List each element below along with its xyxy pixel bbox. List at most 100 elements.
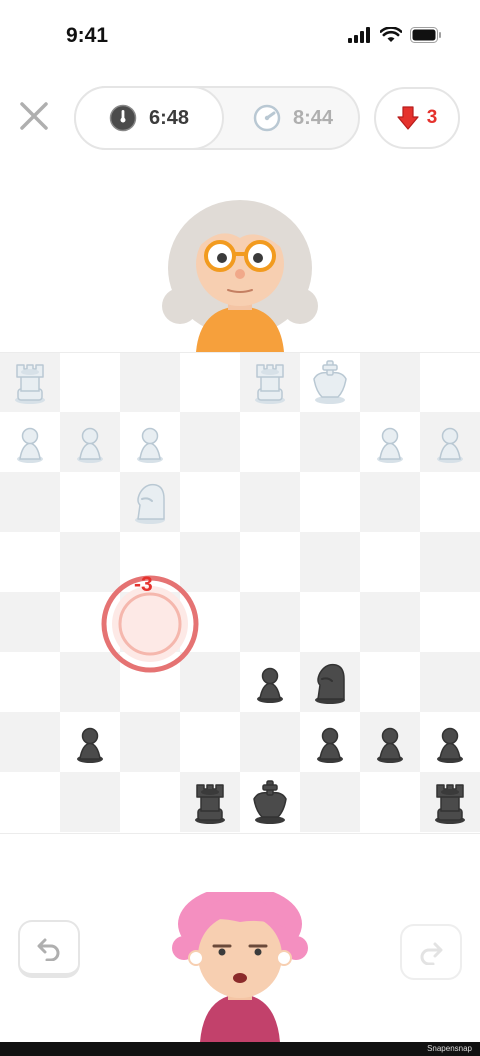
board-square[interactable] xyxy=(420,412,480,472)
board-square[interactable] xyxy=(420,592,480,652)
white-pawn-icon xyxy=(17,427,43,463)
close-button[interactable] xyxy=(14,96,54,136)
black-pawn-icon xyxy=(257,667,283,703)
white-knight-icon xyxy=(135,483,165,524)
footer-bar xyxy=(0,1042,480,1056)
board-square[interactable] xyxy=(300,412,360,472)
board-square[interactable] xyxy=(360,712,420,772)
board-square[interactable] xyxy=(180,532,240,592)
board-square[interactable] xyxy=(0,652,60,712)
board-square[interactable] xyxy=(420,652,480,712)
board-square[interactable] xyxy=(300,592,360,652)
board-square[interactable] xyxy=(0,532,60,592)
white-pawn-icon xyxy=(77,427,103,463)
wifi-icon xyxy=(380,27,402,42)
timer-group: 6:48 8:44 xyxy=(74,86,360,150)
board-square[interactable] xyxy=(180,352,240,412)
black-knight-icon xyxy=(315,663,345,704)
board-square[interactable] xyxy=(420,352,480,412)
board-square[interactable] xyxy=(60,412,120,472)
battery-icon xyxy=(410,27,441,43)
board-square[interactable] xyxy=(180,592,240,652)
board-square[interactable] xyxy=(120,592,180,652)
board-square[interactable] xyxy=(120,412,180,472)
board-square[interactable] xyxy=(240,532,300,592)
board-square[interactable] xyxy=(120,652,180,712)
board-square[interactable] xyxy=(180,652,240,712)
status-bar: 9:41 xyxy=(0,0,480,70)
white-rook-icon xyxy=(255,364,285,404)
board-square[interactable] xyxy=(240,712,300,772)
board-square[interactable] xyxy=(240,472,300,532)
undo-icon xyxy=(37,938,60,961)
board-square[interactable] xyxy=(60,532,120,592)
black-pawn-icon xyxy=(437,727,463,763)
board-square[interactable] xyxy=(0,352,60,412)
white-pawn-icon xyxy=(137,427,163,463)
player-timer-value: 6:48 xyxy=(148,106,190,129)
board-square[interactable] xyxy=(60,352,120,412)
board-square[interactable] xyxy=(240,352,300,412)
board-square[interactable] xyxy=(180,712,240,772)
board-square[interactable] xyxy=(120,472,180,532)
board-square[interactable] xyxy=(60,712,120,772)
board-square[interactable] xyxy=(420,472,480,532)
board-square[interactable] xyxy=(60,472,120,532)
board-square[interactable] xyxy=(180,772,240,832)
points-badge: 3 xyxy=(374,87,460,149)
watermark: Snapensnap xyxy=(427,1044,472,1053)
board-square[interactable] xyxy=(0,712,60,772)
black-rook-icon xyxy=(435,784,465,824)
stopwatch-icon xyxy=(253,104,281,132)
board-square[interactable] xyxy=(300,772,360,832)
opponent-timer-value: 8:44 xyxy=(292,106,334,129)
board-square[interactable] xyxy=(180,472,240,532)
board-square[interactable] xyxy=(420,712,480,772)
board-square[interactable] xyxy=(360,532,420,592)
board-square[interactable] xyxy=(300,712,360,772)
board-square[interactable] xyxy=(300,472,360,532)
board-square[interactable] xyxy=(360,412,420,472)
board-square[interactable] xyxy=(60,652,120,712)
close-icon xyxy=(20,102,48,130)
white-pawn-icon xyxy=(377,427,403,463)
status-icons xyxy=(348,27,442,43)
white-pawn-icon xyxy=(437,427,463,463)
board-square[interactable] xyxy=(0,592,60,652)
board-square[interactable] xyxy=(420,532,480,592)
board-square[interactable] xyxy=(360,652,420,712)
redo-button[interactable] xyxy=(400,924,462,980)
board-square[interactable] xyxy=(60,592,120,652)
board-square[interactable] xyxy=(180,412,240,472)
undo-button[interactable] xyxy=(18,920,80,978)
board-square[interactable] xyxy=(0,472,60,532)
black-pawn-icon xyxy=(377,727,403,763)
black-pawn-icon xyxy=(77,727,103,763)
board-square[interactable] xyxy=(120,772,180,832)
board-square[interactable] xyxy=(300,532,360,592)
board-square[interactable] xyxy=(300,652,360,712)
chess-board xyxy=(0,352,480,834)
board-square[interactable] xyxy=(300,352,360,412)
board-square[interactable] xyxy=(240,412,300,472)
board-square[interactable] xyxy=(240,592,300,652)
redo-icon xyxy=(420,942,443,965)
opponent-timer: 8:44 xyxy=(226,88,360,148)
board-square[interactable] xyxy=(120,532,180,592)
board-square[interactable] xyxy=(0,412,60,472)
black-rook-icon xyxy=(195,784,225,824)
signal-icon xyxy=(348,27,370,43)
board-square[interactable] xyxy=(120,712,180,772)
board-square[interactable] xyxy=(360,352,420,412)
board-square[interactable] xyxy=(360,592,420,652)
black-king-icon xyxy=(253,780,287,824)
board-square[interactable] xyxy=(240,652,300,712)
board-square[interactable] xyxy=(120,352,180,412)
board-square[interactable] xyxy=(240,772,300,832)
stopwatch-icon xyxy=(109,104,137,132)
board-square[interactable] xyxy=(420,772,480,832)
board-square[interactable] xyxy=(360,472,420,532)
board-square[interactable] xyxy=(60,772,120,832)
board-square[interactable] xyxy=(360,772,420,832)
board-square[interactable] xyxy=(0,772,60,832)
